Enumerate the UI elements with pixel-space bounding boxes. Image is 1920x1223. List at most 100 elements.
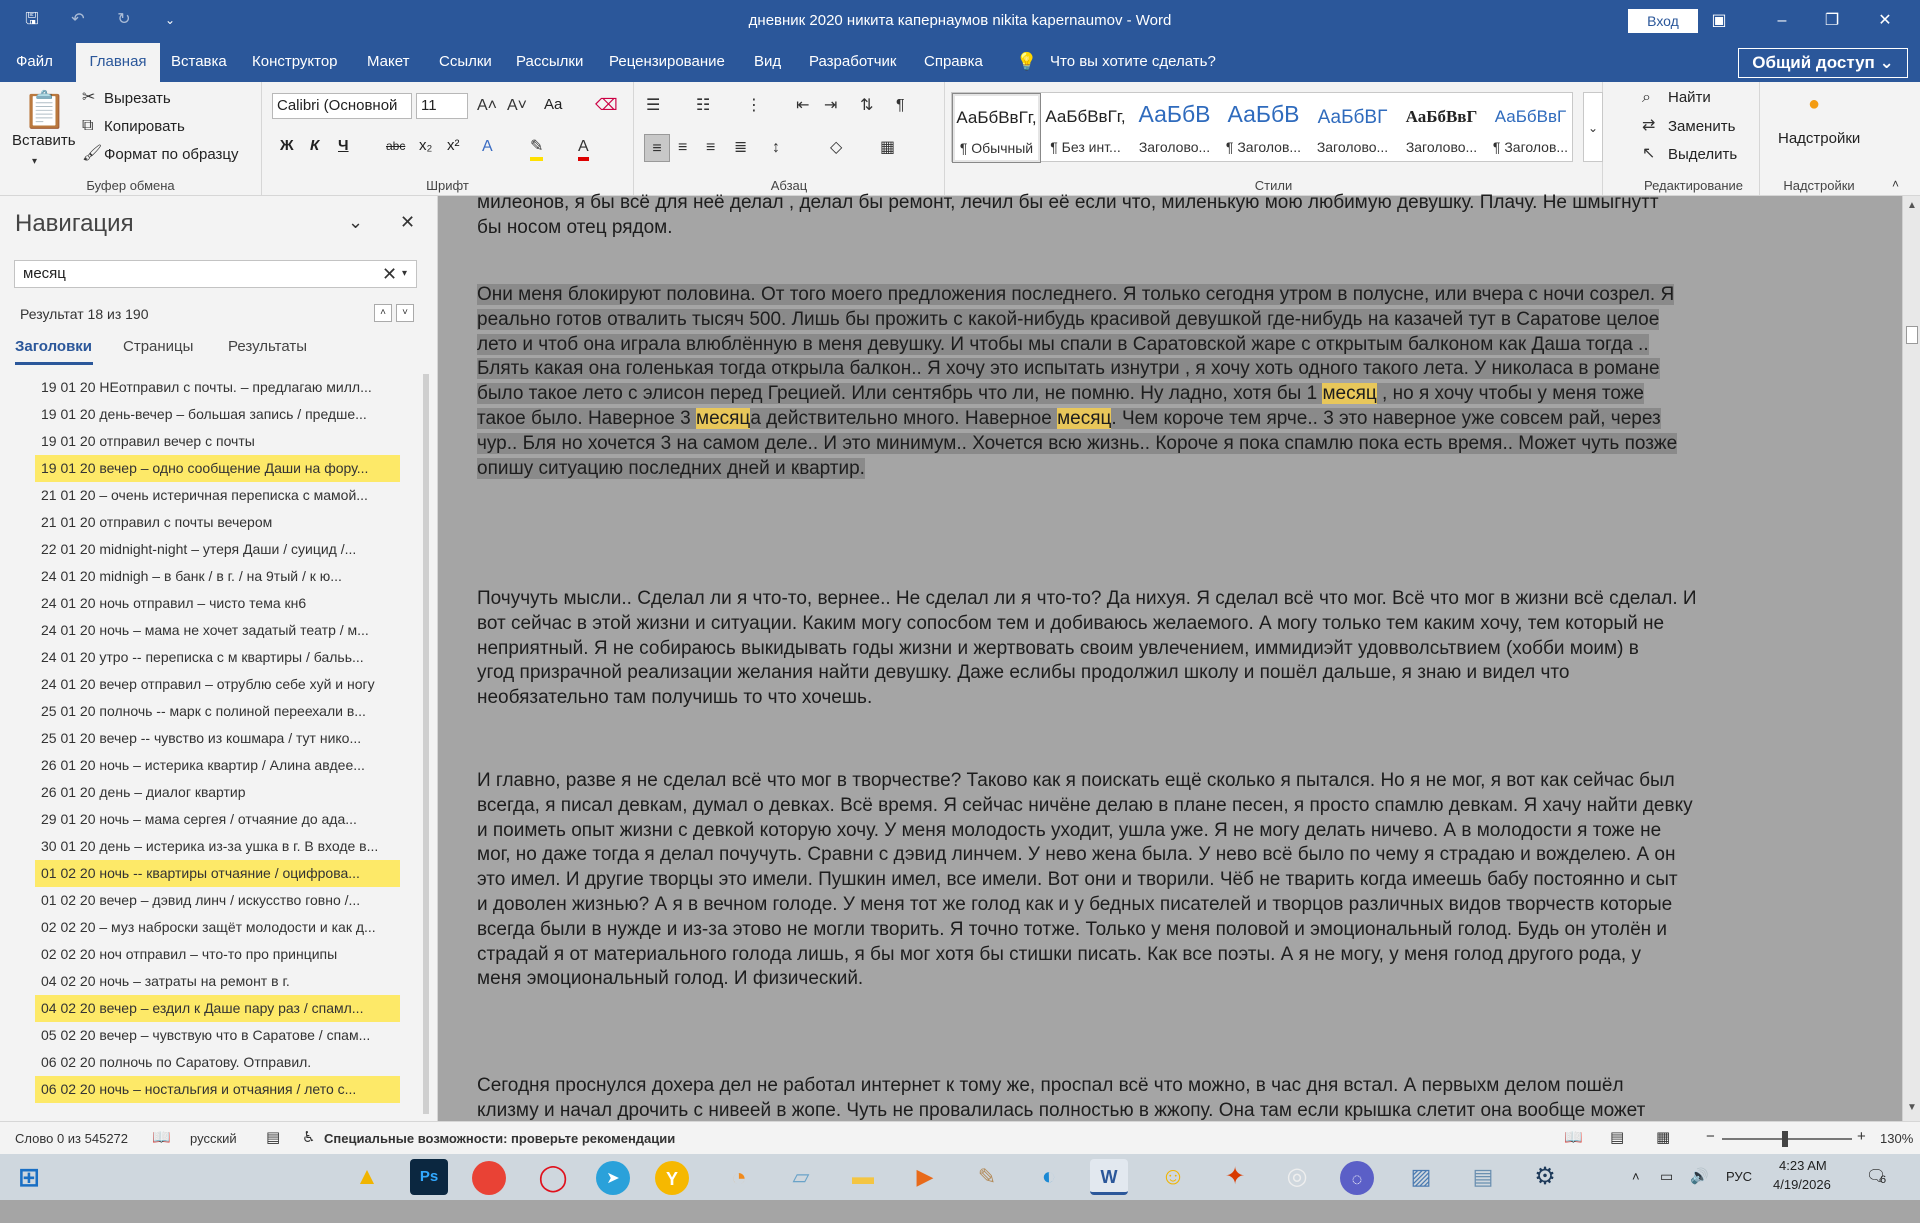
text-line[interactable]: и поиметь опыт жизни с девкой которую хо… (477, 819, 1861, 844)
text-line[interactable]: страдай я от материального голода лишь, … (477, 943, 1861, 968)
text-line[interactable]: реально готов отвалить тысяч 500. Лишь б… (477, 308, 1861, 333)
edge-icon[interactable]: ◐ (1030, 1159, 1068, 1195)
text-line[interactable]: было такое лето с элисон перед Грецией. … (477, 382, 1861, 407)
zoom-slider-thumb[interactable] (1782, 1131, 1788, 1147)
notepad-app-icon[interactable]: ▤ (1464, 1159, 1502, 1195)
text-line[interactable]: меня эмоциональный голод. И физический. (477, 967, 1861, 992)
web-layout-icon[interactable]: ▦ (1656, 1128, 1670, 1146)
media-player-icon[interactable]: ▶ (906, 1159, 944, 1195)
text-line[interactable]: Сегодня проснулся дохера дел не работал … (477, 1074, 1861, 1099)
status-bar: Слово 0 из 545272 📖 русский ▤ ♿ Специаль… (0, 1121, 1920, 1154)
taskbar: ⊞ ▲ Ps ◯ ➤ Y ◔ ▱ ▬ ▶ ✎ ◐ W ☺ ✦ ◎ ◌ ▨ ▤ ⚙… (0, 1154, 1920, 1200)
steam-app-icon[interactable]: ⚙ (1526, 1159, 1564, 1195)
word-count[interactable]: Слово 0 из 545272 (15, 1131, 128, 1146)
document-scrollbar[interactable]: ▲ ▼ (1902, 196, 1920, 1121)
line-text: И главно, разве я не сделал всё что мог … (477, 770, 1675, 791)
line-text: необязательно там получишь то что хочешь… (477, 687, 873, 709)
selected-text: опишу ситуацию последних дней и квартир. (477, 457, 865, 479)
text-line[interactable]: угод призрачной реализации желания найти… (477, 661, 1861, 686)
text-line[interactable]: чур.. Бля но хочется 3 на самом деле.. И… (477, 432, 1861, 457)
zoom-in-icon[interactable]: + (1857, 1128, 1866, 1145)
text-line[interactable]: это имел. И другие творцы это имели. Пуш… (477, 868, 1861, 893)
smiley-app-icon[interactable]: ☺ (1154, 1159, 1192, 1195)
notification-count: 6 (1880, 1174, 1887, 1186)
search-hit: месяц (1057, 408, 1112, 429)
word-taskbar-icon[interactable]: W (1090, 1159, 1128, 1195)
text-line[interactable]: такое было. Наверное 3 месяца действител… (477, 407, 1861, 432)
text-line[interactable]: лето и чтоб она играла влюблённую в меня… (477, 333, 1861, 358)
chrome-icon[interactable] (472, 1161, 506, 1195)
scroll-thumb[interactable] (1906, 326, 1918, 344)
line-text: Сегодня проснулся дохера дел не работал … (477, 1075, 1624, 1096)
text-line[interactable]: опишу ситуацию последних дней и квартир. (477, 457, 1861, 482)
line-text: Почучуть мысли.. Сделал ли я что-то, вер… (477, 588, 1697, 609)
zoom-out-icon[interactable]: − (1706, 1128, 1715, 1145)
text-line[interactable]: всегда были в нужде и из-за этово не мог… (477, 918, 1861, 943)
accessibility-status[interactable]: Специальные возможности: проверьте реком… (324, 1131, 675, 1146)
selected-text: реально готов отвалить тысяч 500. Лишь б… (477, 308, 1660, 330)
line-text: страдай я от материального голода лишь, … (477, 943, 1641, 965)
text-line[interactable]: милеонов, я бы всё для неё делал , делал… (477, 191, 1861, 216)
text-line[interactable]: и доволен жизнью? А я в вечном голоде. У… (477, 893, 1861, 918)
file-explorer-icon[interactable]: ▬ (844, 1159, 882, 1195)
start-icon[interactable]: ⊞ (10, 1159, 48, 1195)
text-segment: , но я хочу чтобы у меня тоже (1376, 383, 1644, 405)
chat-app-icon[interactable]: ◌ (1340, 1161, 1374, 1195)
text-line[interactable]: бы носом отец рядом. (477, 216, 1861, 241)
document-text[interactable]: милеонов, я бы всё для неё делал , делал… (0, 0, 1902, 1121)
paint-app-icon[interactable]: ✎ (968, 1159, 1006, 1195)
red-app-icon[interactable]: ✦ (1216, 1159, 1254, 1195)
text-segment: . Чем короче тем ярче.. 3 это наверное у… (1111, 408, 1661, 429)
image-viewer-icon[interactable]: ▨ (1402, 1159, 1440, 1195)
zoom-slider[interactable] (1722, 1131, 1852, 1147)
text-line[interactable]: Они меня блокируют половина. От того мое… (477, 283, 1861, 308)
line-text: клизму и начал дрочить с нивеей в жопе. … (477, 1099, 1646, 1121)
keyboard-language[interactable]: РУС (1726, 1169, 1752, 1215)
text-line[interactable]: вот сейчас в этой жизни и ситуации. Каки… (477, 612, 1861, 637)
selected-text: лето и чтоб она играла влюблённую в меня… (477, 333, 1649, 355)
orange-app-icon[interactable]: ◔ (720, 1159, 758, 1195)
triangle-app-icon[interactable]: ▲ (348, 1159, 386, 1195)
text-line[interactable]: всегда, я писал девкам, думал о девках. … (477, 794, 1861, 819)
proofing-icon[interactable]: 📖 (152, 1128, 171, 1146)
opera-icon[interactable]: ◯ (534, 1159, 572, 1195)
text-line[interactable]: мог, но даже тогда я делал почучуть. Сра… (477, 843, 1861, 868)
read-mode-icon[interactable]: 📖 (1564, 1128, 1583, 1146)
yandex-browser-icon[interactable]: Y (655, 1161, 689, 1195)
print-layout-icon[interactable]: ▤ (1610, 1128, 1624, 1146)
text-segment: было такое лето с элисон перед Грецией. … (477, 383, 1323, 405)
macro-icon[interactable]: ▤ (266, 1128, 280, 1146)
disc-app-icon[interactable]: ◎ (1278, 1159, 1316, 1195)
selected-text: Блять какая она голенькая тогда открыла … (477, 358, 1660, 380)
volume-icon[interactable]: 🔊 (1690, 1167, 1709, 1213)
telegram-icon[interactable]: ➤ (596, 1161, 630, 1195)
line-text: вот сейчас в этой жизни и ситуации. Каки… (477, 612, 1665, 634)
text-line[interactable]: Почучуть мысли.. Сделал ли я что-то, вер… (477, 587, 1861, 612)
text-line[interactable]: неприятный. Я не собираюсь выкидывать го… (477, 637, 1861, 662)
accessibility-icon: ♿ (302, 1129, 316, 1146)
line-text: и доволен жизнью? А я в вечном голоде. У… (477, 894, 1673, 915)
zoom-level[interactable]: 130% (1880, 1131, 1913, 1146)
search-hit: месяц (696, 408, 751, 429)
text-line[interactable]: И главно, разве я не сделал всё что мог … (477, 769, 1861, 794)
language-indicator[interactable]: русский (190, 1131, 237, 1146)
network-icon[interactable]: ▭ (1660, 1168, 1673, 1214)
photoshop-icon[interactable]: Ps (410, 1159, 448, 1195)
text-segment: такое было. Наверное 3 (477, 408, 697, 429)
clock-date[interactable]: 4/19/2026 (1773, 1177, 1831, 1223)
line-text: неприятный. Я не собираюсь выкидывать го… (477, 637, 1639, 659)
scroll-down-icon[interactable]: ▼ (1906, 1102, 1918, 1114)
line-text: угод призрачной реализации желания найти… (477, 662, 1570, 684)
text-line[interactable]: необязательно там получишь то что хочешь… (477, 686, 1861, 711)
selected-text: чур.. Бля но хочется 3 на самом деле.. И… (477, 432, 1678, 454)
line-text: всегда были в нужде и из-за этово не мог… (477, 918, 1668, 940)
selected-text: такое было. Наверное 3 месяца действител… (477, 408, 1661, 429)
line-text: милеонов, я бы всё для неё делал , делал… (477, 192, 1659, 213)
tray-chevron-icon[interactable]: ˄ (1632, 1169, 1640, 1215)
scroll-up-icon[interactable]: ▲ (1906, 200, 1918, 212)
text-line[interactable]: клизму и начал дрочить с нивеей в жопе. … (477, 1099, 1861, 1121)
text-segment: а действительно много. Наверное (750, 408, 1058, 429)
notebook-app-icon[interactable]: ▱ (782, 1159, 820, 1195)
text-line[interactable]: Блять какая она голенькая тогда открыла … (477, 357, 1861, 382)
line-text: это имел. И другие творцы это имели. Пуш… (477, 869, 1678, 891)
